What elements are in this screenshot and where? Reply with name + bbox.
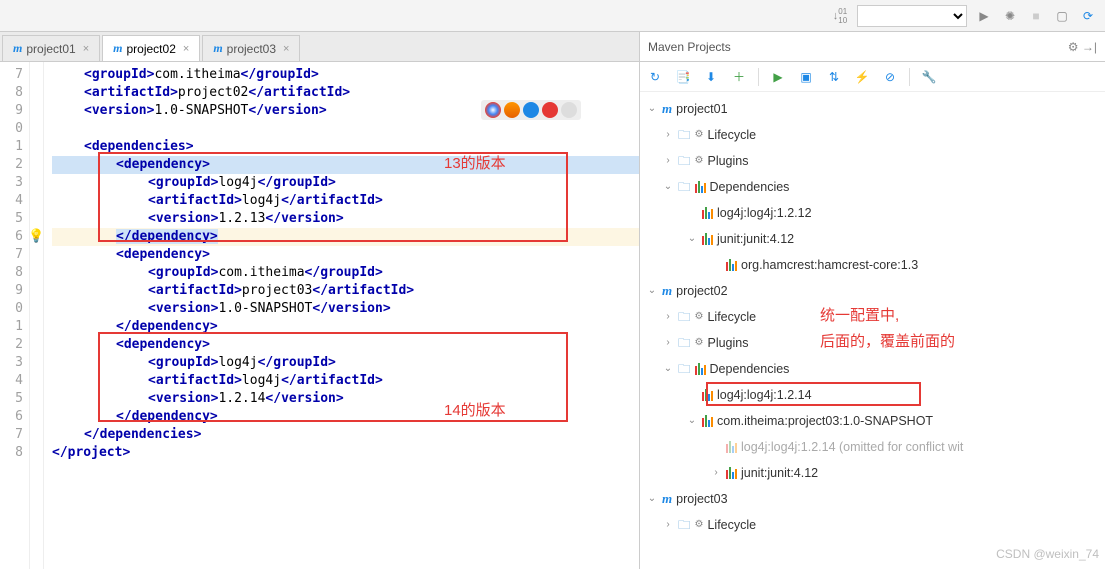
folder-icon: 🗀: [678, 148, 691, 174]
dep-icon: [702, 415, 713, 427]
add-icon[interactable]: ＋: [730, 68, 748, 86]
dep-project03[interactable]: com.itheima:project03:1.0-SNAPSHOT: [717, 408, 933, 434]
maven-annotation-2: 后面的，覆盖前面的: [820, 329, 955, 355]
node-project02[interactable]: project02: [676, 278, 727, 304]
exec-icon[interactable]: ▣: [797, 68, 815, 86]
tab-project01[interactable]: m project01 ×: [2, 35, 100, 61]
watermark: CSDN @weixin_74: [996, 541, 1099, 567]
folder-icon: 🗀: [678, 174, 691, 200]
folder-icon: 🗀: [678, 512, 691, 538]
maven-tree[interactable]: ⌄mproject01 ›🗀⚙Lifecycle ›🗀⚙Plugins ⌄🗀De…: [640, 92, 1105, 569]
stop-icon[interactable]: ■: [1027, 7, 1045, 25]
node-project01[interactable]: project01: [676, 96, 727, 122]
run-icon[interactable]: ▶: [975, 7, 993, 25]
code-area[interactable]: <groupId>com.itheima</groupId> <artifact…: [44, 62, 639, 569]
gear-icon[interactable]: ⚙: [1068, 40, 1079, 54]
dep-log4j-12[interactable]: log4j:log4j:1.2.12: [717, 200, 812, 226]
offline-icon[interactable]: ⊘: [881, 68, 899, 86]
maven-panel: Maven Projects ⚙ →| ↻ 📑 ⬇ ＋ ▶ ▣ ⇅ ⚡ ⊘ 🔧 …: [640, 32, 1105, 569]
deps-icon: [695, 363, 706, 375]
maven-file-icon: m: [113, 41, 122, 56]
deps-icon: [695, 181, 706, 193]
editor-body[interactable]: 789 012 345 678 901 234 567 8 <groupId>c: [0, 62, 639, 569]
folder-icon: 🗀: [678, 330, 691, 356]
tab-label: project02: [127, 42, 176, 56]
editor-tabs: m project01 × m project02 × m project03 …: [0, 32, 639, 62]
maven-highlight-box: [706, 382, 921, 406]
maven-module-icon: m: [662, 486, 672, 512]
refresh-icon[interactable]: ↻: [646, 68, 664, 86]
lightbulb-icon[interactable]: 💡: [28, 228, 44, 246]
collapse-icon[interactable]: →|: [1082, 40, 1097, 54]
maven-file-icon: m: [213, 41, 222, 56]
run-icon[interactable]: ▶: [769, 68, 787, 86]
tab-project03[interactable]: m project03 ×: [202, 35, 300, 61]
debug-icon[interactable]: ✺: [1001, 7, 1019, 25]
dep-icon: [726, 467, 737, 479]
maven-header: Maven Projects ⚙ →|: [640, 32, 1105, 62]
dep-icon: [726, 259, 737, 271]
folder-icon: 🗀: [678, 122, 691, 148]
node-plugins2[interactable]: Plugins: [707, 330, 748, 356]
dep-icon: [702, 207, 713, 219]
maven-module-icon: m: [662, 96, 672, 122]
sync-icon[interactable]: ⟳: [1079, 7, 1097, 25]
run-config-select[interactable]: [857, 5, 967, 27]
node-lifecycle[interactable]: Lifecycle: [707, 122, 756, 148]
maven-module-icon: m: [662, 278, 672, 304]
fold-gutter: [30, 62, 44, 569]
maven-title: Maven Projects: [648, 40, 731, 54]
annotation-14: 14的版本: [444, 402, 506, 420]
node-plugins[interactable]: Plugins: [707, 148, 748, 174]
download-sources-icon[interactable]: ⬇: [702, 68, 720, 86]
folder-icon: 🗀: [678, 304, 691, 330]
dep-icon: [702, 233, 713, 245]
dep-log4j-omitted[interactable]: log4j:log4j:1.2.14 (omitted for conflict…: [741, 434, 963, 460]
layout-icon[interactable]: ▢: [1053, 7, 1071, 25]
generate-icon[interactable]: 📑: [674, 68, 692, 86]
tab-label: project03: [227, 42, 276, 56]
tab-project02[interactable]: m project02 ×: [102, 35, 200, 61]
node-project03[interactable]: project03: [676, 486, 727, 512]
tab-label: project01: [26, 42, 75, 56]
node-lifecycle2[interactable]: Lifecycle: [707, 304, 756, 330]
settings-icon[interactable]: 🔧: [920, 68, 938, 86]
maven-file-icon: m: [13, 41, 22, 56]
node-lifecycle3[interactable]: Lifecycle: [707, 512, 756, 538]
maven-toolbar: ↻ 📑 ⬇ ＋ ▶ ▣ ⇅ ⚡ ⊘ 🔧: [640, 62, 1105, 92]
node-deps2[interactable]: Dependencies: [710, 356, 790, 382]
close-icon[interactable]: ×: [283, 43, 289, 55]
ide-toolbar: ↓0110 ▶ ✺ ■ ▢ ⟳: [0, 0, 1105, 32]
line-gutter: 789 012 345 678 901 234 567 8: [0, 62, 30, 569]
node-deps[interactable]: Dependencies: [710, 174, 790, 200]
dep-junit[interactable]: junit:junit:4.12: [717, 226, 794, 252]
close-icon[interactable]: ×: [183, 43, 189, 55]
toggle-icon[interactable]: ⇅: [825, 68, 843, 86]
skip-tests-icon[interactable]: ⚡: [853, 68, 871, 86]
annotation-13: 13的版本: [444, 155, 506, 173]
maven-annotation-1: 统一配置中,: [820, 303, 899, 329]
dep-hamcrest[interactable]: org.hamcrest:hamcrest-core:1.3: [741, 252, 918, 278]
dep-icon: [726, 441, 737, 453]
download-icon[interactable]: ↓0110: [831, 7, 849, 25]
close-icon[interactable]: ×: [83, 43, 89, 55]
editor-panel: m project01 × m project02 × m project03 …: [0, 32, 640, 569]
dep-junit2[interactable]: junit:junit:4.12: [741, 460, 818, 486]
folder-icon: 🗀: [678, 356, 691, 382]
